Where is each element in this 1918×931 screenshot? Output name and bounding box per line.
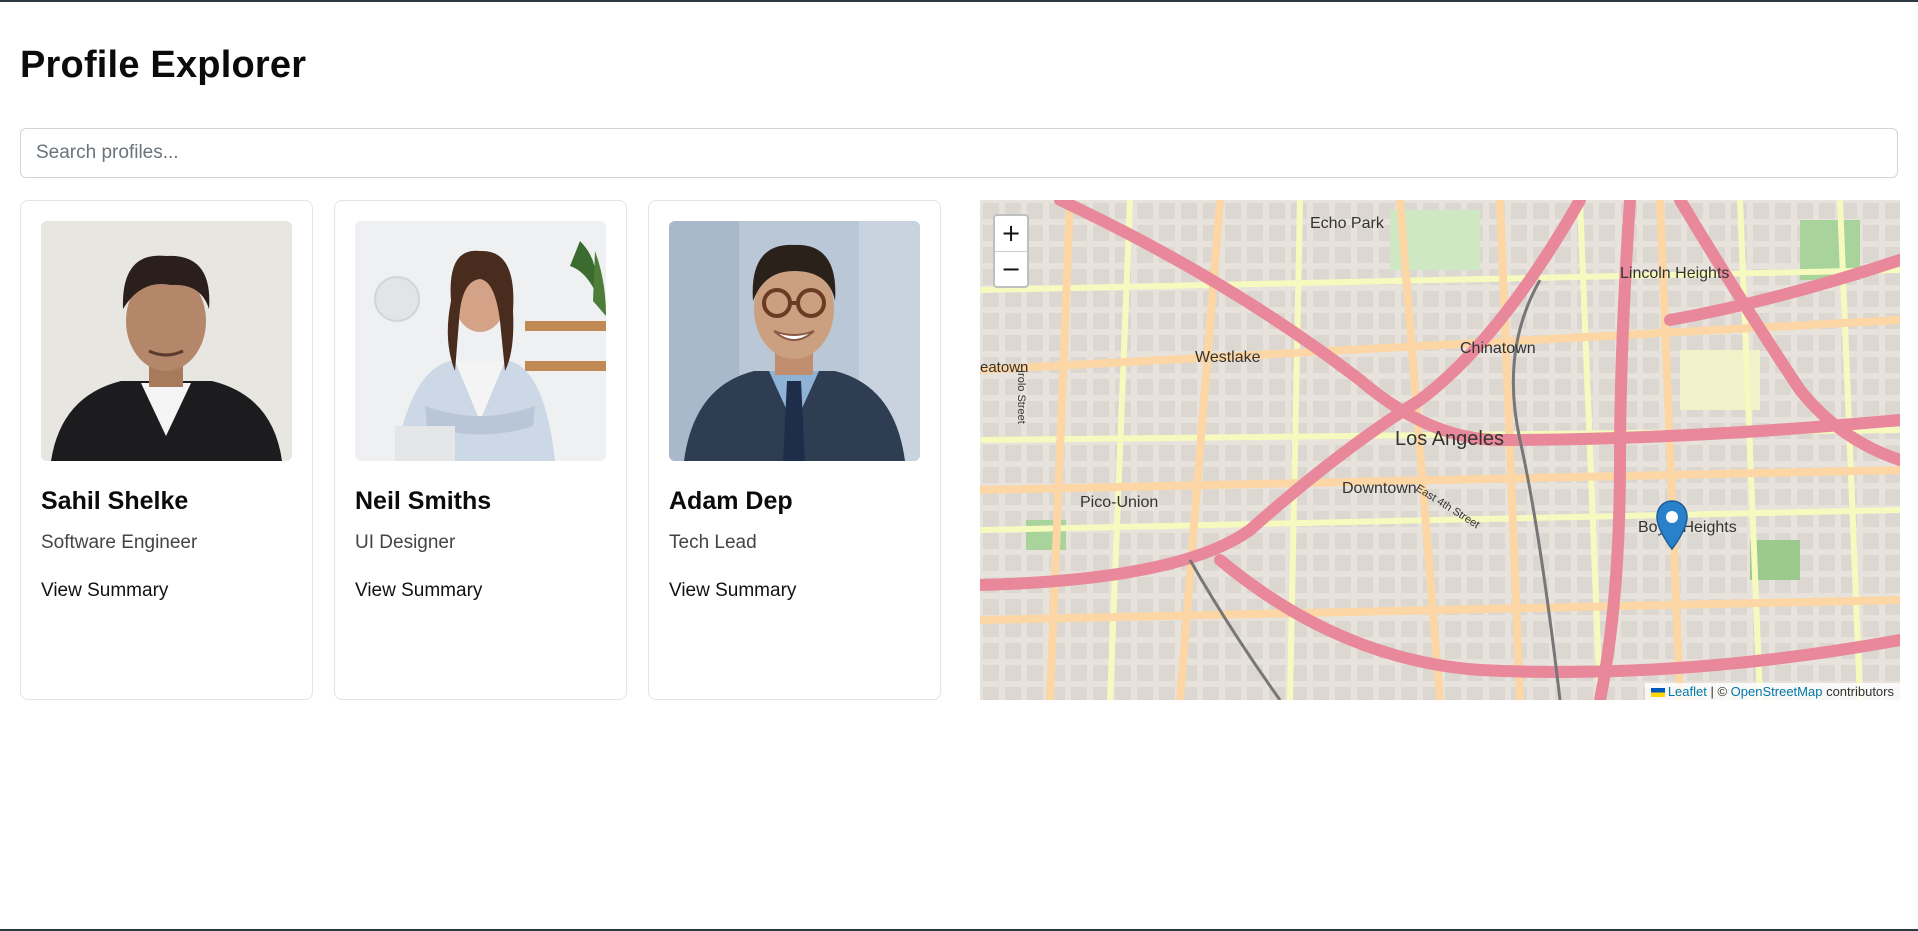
- profile-card: Neil Smiths UI Designer View Summary: [334, 200, 627, 700]
- zoom-control: + −: [993, 214, 1029, 288]
- osm-link[interactable]: OpenStreetMap: [1731, 684, 1823, 699]
- map-view[interactable]: Echo Park Lincoln Heights Chinatown West…: [980, 200, 1900, 700]
- attribution-suffix: contributors: [1822, 684, 1894, 699]
- profile-photo: [41, 221, 292, 461]
- profile-card: Sahil Shelke Software Engineer View Summ…: [20, 200, 313, 700]
- profile-photo: [355, 221, 606, 461]
- map-label: Echo Park: [1310, 215, 1385, 232]
- attribution-separator: | ©: [1706, 684, 1731, 699]
- map-label: Chinatown: [1460, 340, 1536, 357]
- search-input[interactable]: [20, 128, 1898, 178]
- page-title: Profile Explorer: [20, 44, 307, 86]
- profile-name: Adam Dep: [669, 487, 793, 515]
- view-summary-link[interactable]: View Summary: [355, 580, 482, 602]
- profile-role: UI Designer: [355, 532, 456, 553]
- map-label: Westlake: [1195, 349, 1261, 366]
- map-label: Downtown: [1342, 480, 1417, 497]
- profile-role: Tech Lead: [669, 532, 757, 553]
- ukraine-flag-icon: [1650, 688, 1665, 698]
- view-summary-link[interactable]: View Summary: [41, 580, 168, 602]
- view-summary-link[interactable]: View Summary: [669, 580, 796, 602]
- leaflet-link[interactable]: Leaflet: [1668, 684, 1707, 699]
- map-label: Los Angeles: [1395, 428, 1504, 450]
- map-label: Irolo Street: [1015, 370, 1027, 424]
- zoom-in-button[interactable]: +: [995, 216, 1027, 251]
- map-marker-icon[interactable]: [1656, 500, 1688, 550]
- map-tiles: Echo Park Lincoln Heights Chinatown West…: [980, 200, 1900, 700]
- profile-card: Adam Dep Tech Lead View Summary: [648, 200, 941, 700]
- profile-name: Neil Smiths: [355, 487, 492, 515]
- profile-role: Software Engineer: [41, 532, 198, 553]
- top-border: [0, 0, 1918, 2]
- map-label: Lincoln Heights: [1620, 265, 1729, 282]
- map-attribution: Leaflet | © OpenStreetMap contributors: [1644, 683, 1900, 700]
- profile-name: Sahil Shelke: [41, 487, 189, 515]
- profile-photo: [669, 221, 920, 461]
- map-label: Pico-Union: [1080, 494, 1158, 511]
- zoom-out-button[interactable]: −: [995, 251, 1027, 287]
